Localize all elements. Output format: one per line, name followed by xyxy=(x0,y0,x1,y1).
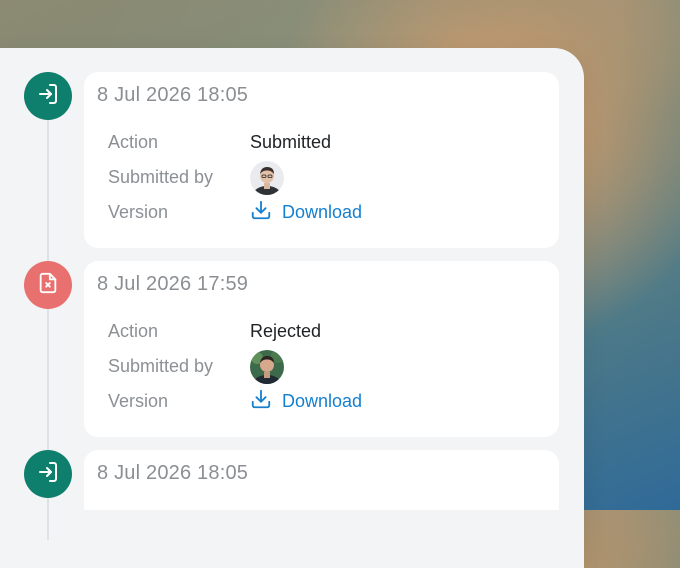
status-rejected-node xyxy=(24,261,72,309)
submitted-by-label: Submitted by xyxy=(108,355,214,376)
login-arrow-icon xyxy=(36,82,60,111)
entry-date: 8 Jul 2026 18:05 xyxy=(97,84,249,106)
action-row: Action Rejected xyxy=(108,319,321,343)
version-row: Version Download xyxy=(108,389,362,413)
entry-date: 8 Jul 2026 17:59 xyxy=(97,273,249,295)
login-arrow-icon xyxy=(36,460,60,489)
action-value: Submitted xyxy=(250,131,332,152)
download-label: Download xyxy=(282,201,363,222)
submitted-by-label: Submitted by xyxy=(108,166,214,187)
status-submitted-node xyxy=(24,72,72,120)
user-avatar[interactable] xyxy=(250,349,284,384)
submitted-by-row: Submitted by xyxy=(108,349,284,384)
version-row: Version Download xyxy=(108,200,362,224)
file-x-icon xyxy=(37,272,59,299)
download-label: Download xyxy=(282,390,363,411)
timeline-entry-card: 8 Jul 2026 17:59 Action Rejected Submitt… xyxy=(84,261,559,437)
timeline-entry-card: 8 Jul 2026 18:05 Action Submitted Submit… xyxy=(84,72,559,248)
version-label: Version xyxy=(108,390,169,411)
timeline-entry-card: 8 Jul 2026 18:05 xyxy=(84,450,559,510)
action-label: Action xyxy=(108,320,159,341)
download-link[interactable]: Download xyxy=(250,199,362,226)
action-row: Action Submitted xyxy=(108,130,331,154)
submitted-by-row: Submitted by xyxy=(108,160,284,195)
download-link[interactable]: Download xyxy=(250,388,362,415)
entry-date: 8 Jul 2026 18:05 xyxy=(97,462,249,484)
download-icon xyxy=(250,388,272,415)
download-icon xyxy=(250,199,272,226)
status-submitted-node xyxy=(24,450,72,498)
action-value: Rejected xyxy=(250,320,322,341)
user-avatar[interactable] xyxy=(250,160,284,195)
version-label: Version xyxy=(108,201,169,222)
action-label: Action xyxy=(108,131,159,152)
